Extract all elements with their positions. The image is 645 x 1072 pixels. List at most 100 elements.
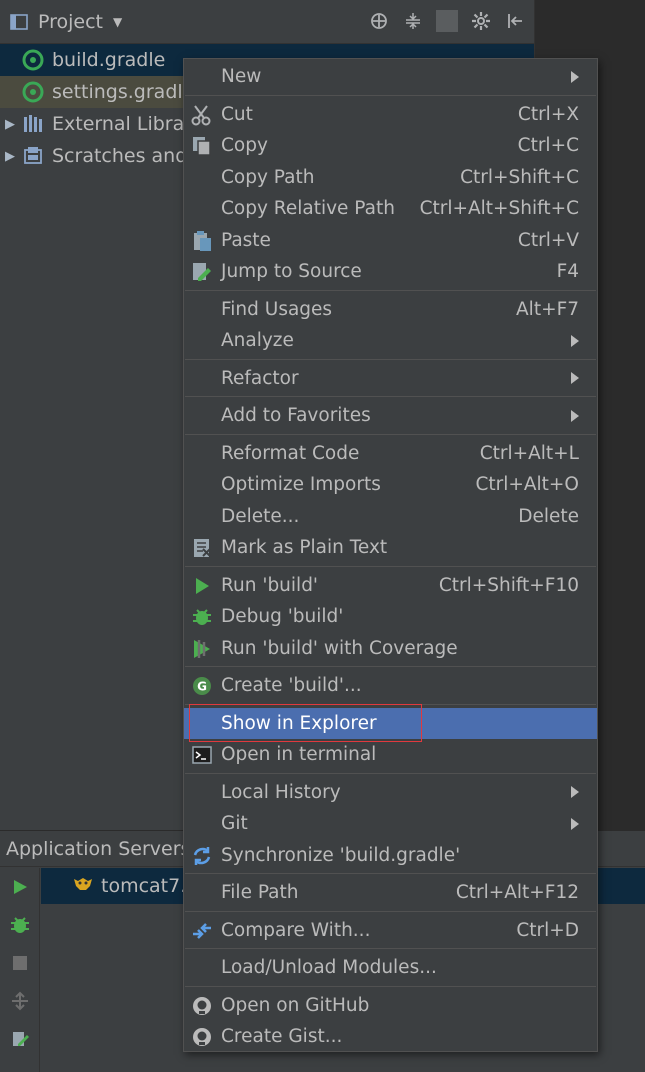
menu-item-copy[interactable]: Copy Ctrl+C xyxy=(184,130,597,162)
application-servers-toolbar xyxy=(0,868,40,1072)
menu-item-copy-path[interactable]: Copy Path Ctrl+Shift+C xyxy=(184,162,597,194)
menu-item-label: Open in terminal xyxy=(221,744,377,766)
expand-arrow-icon[interactable]: ▶ xyxy=(0,149,20,164)
debug-icon xyxy=(190,605,214,629)
coverage-icon xyxy=(190,637,214,661)
menu-item-run-coverage[interactable]: Run 'build' with Coverage xyxy=(184,633,597,665)
menu-item-shortcut: Ctrl+C xyxy=(517,135,579,157)
stop-icon[interactable] xyxy=(0,944,40,982)
gear-icon[interactable] xyxy=(470,10,492,32)
menu-item-git[interactable]: Git xyxy=(184,808,597,840)
tree-item-label: settings.gradle xyxy=(52,81,195,103)
edit-source-icon xyxy=(190,260,214,284)
menu-item-analyze[interactable]: Analyze xyxy=(184,325,597,357)
menu-item-label: Copy xyxy=(221,135,268,157)
debug-icon[interactable] xyxy=(0,906,40,944)
menu-item-shortcut: Ctrl+Shift+C xyxy=(460,166,579,188)
menu-item-show-in-explorer[interactable]: Show in Explorer xyxy=(184,707,597,739)
compare-icon xyxy=(190,919,214,943)
menu-item-shortcut: Ctrl+Alt+F12 xyxy=(455,882,579,904)
menu-item-synchronize[interactable]: Synchronize 'build.gradle' xyxy=(184,840,597,872)
menu-item-label: Compare With... xyxy=(221,919,371,941)
menu-item-label: New xyxy=(221,66,262,88)
gradle-g-icon: G xyxy=(190,674,214,698)
menu-item-shortcut: Ctrl+Alt+Shift+C xyxy=(419,198,579,220)
menu-item-shortcut: Ctrl+X xyxy=(517,103,579,125)
project-panel-header: Project ▼ xyxy=(0,0,534,44)
edit-configuration-icon[interactable] xyxy=(0,1020,40,1058)
menu-item-label: Synchronize 'build.gradle' xyxy=(221,844,461,866)
menu-item-label: Create Gist... xyxy=(221,1026,343,1048)
menu-item-debug-build[interactable]: Debug 'build' xyxy=(184,601,597,633)
menu-item-new[interactable]: New xyxy=(184,61,597,93)
submenu-arrow-icon xyxy=(571,334,579,347)
menu-item-label: Cut xyxy=(221,103,253,125)
menu-item-label: Analyze xyxy=(221,330,294,352)
menu-item-jump-to-source[interactable]: Jump to Source F4 xyxy=(184,256,597,288)
toolbar-divider xyxy=(436,10,458,32)
svg-text:G: G xyxy=(197,680,207,694)
menu-item-cut[interactable]: Cut Ctrl+X xyxy=(184,99,597,131)
menu-item-create-gist[interactable]: Create Gist... xyxy=(184,1021,597,1053)
copy-icon xyxy=(190,134,214,158)
scratches-icon xyxy=(20,143,46,169)
menu-item-label: Run 'build' xyxy=(221,574,319,596)
menu-item-reformat-code[interactable]: Reformat Code Ctrl+Alt+L xyxy=(184,438,597,470)
github-icon xyxy=(190,1025,214,1049)
project-panel-title[interactable]: Project xyxy=(38,11,103,33)
sync-icon xyxy=(190,844,214,868)
expand-arrow-icon[interactable]: ▶ xyxy=(0,117,20,132)
menu-item-label: Find Usages xyxy=(221,298,333,320)
menu-item-shortcut: Ctrl+D xyxy=(516,919,579,941)
menu-item-compare-with[interactable]: Compare With... Ctrl+D xyxy=(184,915,597,947)
menu-item-label: Local History xyxy=(221,781,341,803)
menu-item-label: Refactor xyxy=(221,367,299,389)
menu-item-add-to-favorites[interactable]: Add to Favorites xyxy=(184,400,597,432)
gradle-icon xyxy=(20,47,46,73)
menu-item-mark-plain-text[interactable]: Mark as Plain Text xyxy=(184,532,597,564)
collapse-all-icon[interactable] xyxy=(402,10,424,32)
submenu-arrow-icon xyxy=(571,409,579,422)
menu-item-optimize-imports[interactable]: Optimize Imports Ctrl+Alt+O xyxy=(184,469,597,501)
menu-item-label: Paste xyxy=(221,229,271,251)
menu-item-shortcut: Ctrl+Alt+O xyxy=(475,474,579,496)
scroll-from-source-icon[interactable] xyxy=(368,10,390,32)
menu-item-label: File Path xyxy=(221,882,299,904)
menu-item-load-unload-modules[interactable]: Load/Unload Modules... xyxy=(184,952,597,984)
context-menu: New Cut Ctrl+X Copy Ctrl+C Copy Path Ctr… xyxy=(183,58,598,1052)
terminal-icon xyxy=(190,743,214,767)
menu-item-paste[interactable]: Paste Ctrl+V xyxy=(184,225,597,257)
menu-item-refactor[interactable]: Refactor xyxy=(184,363,597,395)
menu-item-find-usages[interactable]: Find Usages Alt+F7 xyxy=(184,294,597,326)
submenu-arrow-icon xyxy=(571,372,579,385)
menu-item-open-on-github[interactable]: Open on GitHub xyxy=(184,990,597,1022)
menu-item-label: Debug 'build' xyxy=(221,606,344,628)
menu-item-label: Copy Path xyxy=(221,166,315,188)
submenu-arrow-icon xyxy=(571,786,579,799)
tree-item-label: build.gradle xyxy=(52,49,166,71)
hide-panel-icon[interactable] xyxy=(504,10,526,32)
deploy-icon[interactable] xyxy=(0,982,40,1020)
libraries-icon xyxy=(20,111,46,137)
menu-item-label: Add to Favorites xyxy=(221,405,371,427)
menu-item-shortcut: F4 xyxy=(556,261,579,283)
menu-item-label: Load/Unload Modules... xyxy=(221,957,437,979)
github-icon xyxy=(190,994,214,1018)
view-dropdown-chevron-icon[interactable]: ▼ xyxy=(113,15,122,29)
menu-item-copy-relative-path[interactable]: Copy Relative Path Ctrl+Alt+Shift+C xyxy=(184,193,597,225)
menu-item-label: Show in Explorer xyxy=(221,712,377,734)
menu-item-open-in-terminal[interactable]: Open in terminal xyxy=(184,739,597,771)
menu-item-label: Mark as Plain Text xyxy=(221,537,388,559)
menu-item-delete[interactable]: Delete... Delete xyxy=(184,501,597,533)
menu-item-label: Delete... xyxy=(221,505,300,527)
run-icon[interactable] xyxy=(0,868,40,906)
menu-item-file-path[interactable]: File Path Ctrl+Alt+F12 xyxy=(184,877,597,909)
menu-item-label: Reformat Code xyxy=(221,442,360,464)
menu-item-local-history[interactable]: Local History xyxy=(184,777,597,809)
menu-item-create-build[interactable]: G Create 'build'... xyxy=(184,670,597,702)
run-icon xyxy=(190,574,214,598)
project-view-icon xyxy=(8,11,30,33)
plain-text-file-icon xyxy=(190,536,214,560)
menu-item-label: Optimize Imports xyxy=(221,474,381,496)
menu-item-run-build[interactable]: Run 'build' Ctrl+Shift+F10 xyxy=(184,570,597,602)
